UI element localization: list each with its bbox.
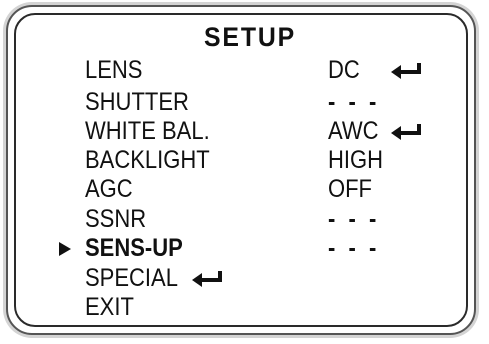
menu-item-label: SSNR (85, 205, 147, 233)
menu-item-label: SPECIAL (85, 264, 178, 292)
menu-item-value: HIGH (328, 146, 383, 174)
menu-item-exit[interactable]: EXIT (0, 293, 489, 325)
menu-item-value: DC (328, 56, 360, 84)
menu-item-ssnr[interactable]: SSNR - - - (0, 205, 489, 237)
menu-title: SETUP (204, 22, 297, 52)
menu-item-lens[interactable]: LENS DC (0, 56, 489, 88)
menu-item-value: - - - (328, 205, 380, 233)
selection-cursor-icon (59, 242, 71, 256)
menu-item-shutter[interactable]: SHUTTER - - - (0, 88, 489, 120)
enter-arrow-icon (192, 271, 222, 287)
menu-item-special[interactable]: SPECIAL (0, 264, 489, 296)
enter-arrow-icon (391, 124, 421, 140)
menu-item-sens-up[interactable]: SENS-UP - - - (0, 234, 489, 266)
menu-item-label: AGC (85, 175, 133, 203)
menu-item-white-balance[interactable]: WHITE BAL. AWC (0, 117, 489, 149)
menu-item-label: WHITE BAL. (85, 117, 210, 145)
menu-item-label: LENS (85, 56, 143, 84)
menu-item-backlight[interactable]: BACKLIGHT HIGH (0, 146, 489, 178)
enter-arrow-icon (391, 63, 421, 79)
menu-item-agc[interactable]: AGC OFF (0, 175, 489, 207)
menu-item-label: EXIT (85, 293, 134, 321)
menu-item-value: OFF (328, 175, 372, 203)
menu-item-label: SHUTTER (85, 88, 189, 116)
menu-item-value: - - - (328, 88, 380, 116)
menu-item-label: BACKLIGHT (85, 146, 210, 174)
menu-item-value: AWC (328, 117, 379, 145)
menu-item-label: SENS-UP (85, 234, 183, 262)
menu-item-value: - - - (328, 234, 380, 262)
